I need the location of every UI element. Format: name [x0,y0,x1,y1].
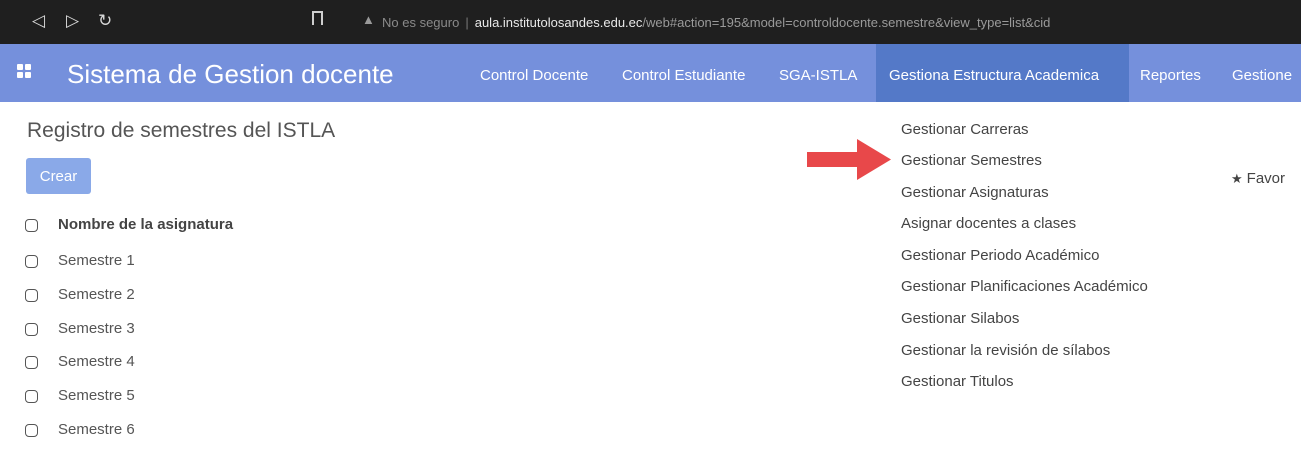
menu-reportes[interactable]: Reportes [1140,58,1201,94]
dropdown-item-titulos[interactable]: Gestionar Titulos [901,372,1014,392]
arrow-pointer-icon [807,139,891,180]
row-label[interactable]: Semestre 4 [58,353,135,370]
row-label[interactable]: Semestre 1 [58,252,135,269]
menu-gestiona-estructura-academica[interactable]: Gestiona Estructura Academica [889,58,1099,94]
row-checkbox[interactable] [25,254,38,268]
app-brand[interactable]: Sistema de Gestion docente [67,58,394,90]
address-bar[interactable]: No es seguro | aula.institutolosandes.edu.… [382,13,1294,33]
back-icon[interactable]: ◁ [32,11,45,31]
warning-icon: ▲ [362,12,375,27]
list-row[interactable]: Semestre 6 [25,419,135,441]
dropdown-item-silabos[interactable]: Gestionar Silabos [901,309,1019,329]
list-header: Nombre de la asignatura [25,214,233,236]
dropdown-item-periodo-academico[interactable]: Gestionar Periodo Académico [901,246,1099,266]
row-label[interactable]: Semestre 5 [58,387,135,404]
row-label[interactable]: Semestre 2 [58,286,135,303]
bookmark-icon[interactable] [312,11,323,25]
dropdown-item-planificaciones[interactable]: Gestionar Planificaciones Académico [901,277,1148,297]
list-row[interactable]: Semestre 5 [25,385,135,407]
row-checkbox[interactable] [25,288,38,302]
page-title: Registro de semestres del ISTLA [27,119,336,142]
list-row[interactable]: Semestre 3 [25,318,135,340]
url-path[interactable]: /web#action=195&model=controldocente.sem… [642,15,1050,30]
create-button[interactable]: Crear [26,158,91,194]
dropdown-item-gestionar-asignaturas[interactable]: Gestionar Asignaturas [901,183,1049,203]
list-row[interactable]: Semestre 1 [25,250,135,272]
url-separator: | [465,15,469,30]
menu-sga-istla[interactable]: SGA-ISTLA [779,58,857,94]
column-header-nombre[interactable]: Nombre de la asignatura [58,216,233,233]
list-row[interactable]: Semestre 4 [25,351,135,373]
row-label[interactable]: Semestre 6 [58,421,135,438]
favorites-toggle[interactable]: ★ Favor [1231,170,1285,187]
menu-gestione[interactable]: Gestione [1232,58,1292,94]
dropdown-item-asignar-docentes[interactable]: Asignar docentes a clases [901,214,1076,234]
forward-icon[interactable]: ▷ [66,11,79,31]
dropdown-item-gestionar-carreras[interactable]: Gestionar Carreras [901,120,1029,140]
row-label[interactable]: Semestre 3 [58,320,135,337]
dropdown-item-revision-silabos[interactable]: Gestionar la revisión de sílabos [901,341,1110,361]
row-checkbox[interactable] [25,389,38,403]
row-checkbox[interactable] [25,322,38,336]
dropdown-item-gestionar-semestres[interactable]: Gestionar Semestres [901,151,1042,171]
row-checkbox[interactable] [25,423,38,437]
list-row[interactable]: Semestre 2 [25,284,135,306]
browser-toolbar: ◁ ▷ ↻ ▲ No es seguro | aula.institutolosan… [0,0,1301,44]
menu-control-docente[interactable]: Control Docente [480,58,588,94]
url-security-warning[interactable]: No es seguro [382,15,459,30]
reload-icon[interactable]: ↻ [98,11,112,31]
row-checkbox[interactable] [25,355,38,369]
favorites-label[interactable]: Favor [1247,170,1285,187]
select-all-checkbox[interactable] [25,218,38,232]
url-domain[interactable]: aula.institutolosandes.edu.ec [475,15,643,30]
star-icon: ★ [1231,171,1243,186]
menu-control-estudiante[interactable]: Control Estudiante [622,58,745,94]
apps-grid-icon[interactable] [17,64,31,78]
